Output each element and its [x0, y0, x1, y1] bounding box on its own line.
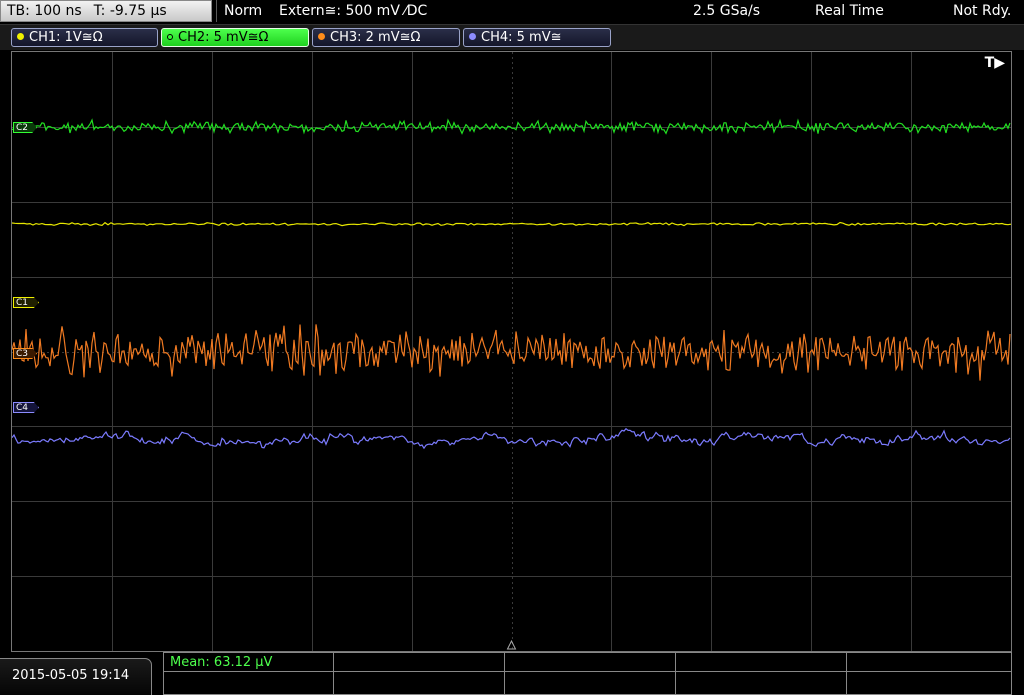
measurement-table: Mean: 63.12 µV [163, 652, 1012, 695]
channel-2-tab[interactable]: CH2: 5 mV≅Ω [161, 28, 309, 47]
trigger-time-value: T: -9.75 µs [93, 3, 167, 19]
channel-1-marker[interactable]: C1 [13, 297, 39, 308]
measurement-cell-3[interactable] [504, 652, 676, 672]
measurement-cell-5[interactable] [846, 652, 1012, 672]
channel-4-label: CH4: 5 mV≅ [481, 30, 562, 45]
trigger-position-icon: T▶ [984, 55, 1005, 71]
acquisition-status: Not Rdy. [953, 3, 1012, 19]
timebase-box[interactable]: TB: 100 ns T: -9.75 µs [0, 0, 212, 22]
channel-4-waveform [12, 427, 1011, 450]
acquisition-mode[interactable]: Real Time [815, 0, 884, 22]
measurement-cell-7[interactable] [333, 671, 505, 695]
channel-2-label: CH2: 5 mV≅Ω [178, 30, 269, 45]
divider [216, 0, 217, 22]
timebase-value: TB: 100 ns [7, 3, 82, 19]
channel-3-label: CH3: 2 mV≅Ω [330, 30, 421, 45]
sample-rate: 2.5 GSa/s [693, 3, 761, 19]
date-time: 2015-05-05 19:14 [0, 658, 152, 695]
graticule-svg [12, 52, 1011, 651]
waveform-display[interactable]: T▶ C2 C1 C3 C4 [11, 51, 1012, 652]
channel-2-dot-icon [167, 34, 173, 40]
measurement-cell-8[interactable] [504, 671, 676, 695]
measurement-cell-9[interactable] [675, 671, 847, 695]
measurement-cell-4[interactable] [675, 652, 847, 672]
trigger-mode[interactable]: Norm [224, 0, 262, 22]
channel-4-tab[interactable]: CH4: 5 mV≅ [463, 28, 611, 47]
measurement-cell-10[interactable] [846, 671, 1012, 695]
channel-tab-row: CH1: 1V≅Ω CH2: 5 mV≅Ω CH3: 2 mV≅Ω CH4: 5… [0, 24, 1024, 50]
channel-3-waveform [12, 324, 1011, 381]
channel-3-tab[interactable]: CH3: 2 mV≅Ω [312, 28, 460, 47]
channel-3-marker[interactable]: C3 [13, 348, 37, 359]
footer-bar: 2015-05-05 19:14 Mean: 63.12 µV [0, 652, 1024, 695]
channel-4-marker[interactable]: C4 [13, 402, 39, 413]
measurement-cell-2[interactable] [333, 652, 505, 672]
channel-1-label: CH1: 1V≅Ω [29, 30, 103, 45]
channel-1-waveform [12, 221, 1011, 227]
status-bar: TB: 100 ns T: -9.75 µs Norm Extern≅: 500 … [0, 0, 1024, 24]
channel-1-tab[interactable]: CH1: 1V≅Ω [11, 28, 158, 47]
channel-3-dot-icon [318, 33, 325, 40]
channel-2-waveform [12, 118, 1011, 135]
channel-4-dot-icon [469, 33, 476, 40]
measurement-cell-6[interactable] [163, 671, 334, 695]
channel-1-dot-icon [17, 33, 24, 40]
trigger-time-icon [506, 639, 517, 650]
measurement-cell-1[interactable]: Mean: 63.12 µV [163, 652, 334, 672]
trigger-source[interactable]: Extern≅: 500 mV ⁄DC [279, 0, 427, 22]
oscilloscope-screen: TB: 100 ns T: -9.75 µs Norm Extern≅: 500 … [0, 0, 1024, 695]
measurement-mean: Mean: 63.12 µV [170, 655, 273, 670]
channel-2-marker[interactable]: C2 [13, 122, 37, 133]
